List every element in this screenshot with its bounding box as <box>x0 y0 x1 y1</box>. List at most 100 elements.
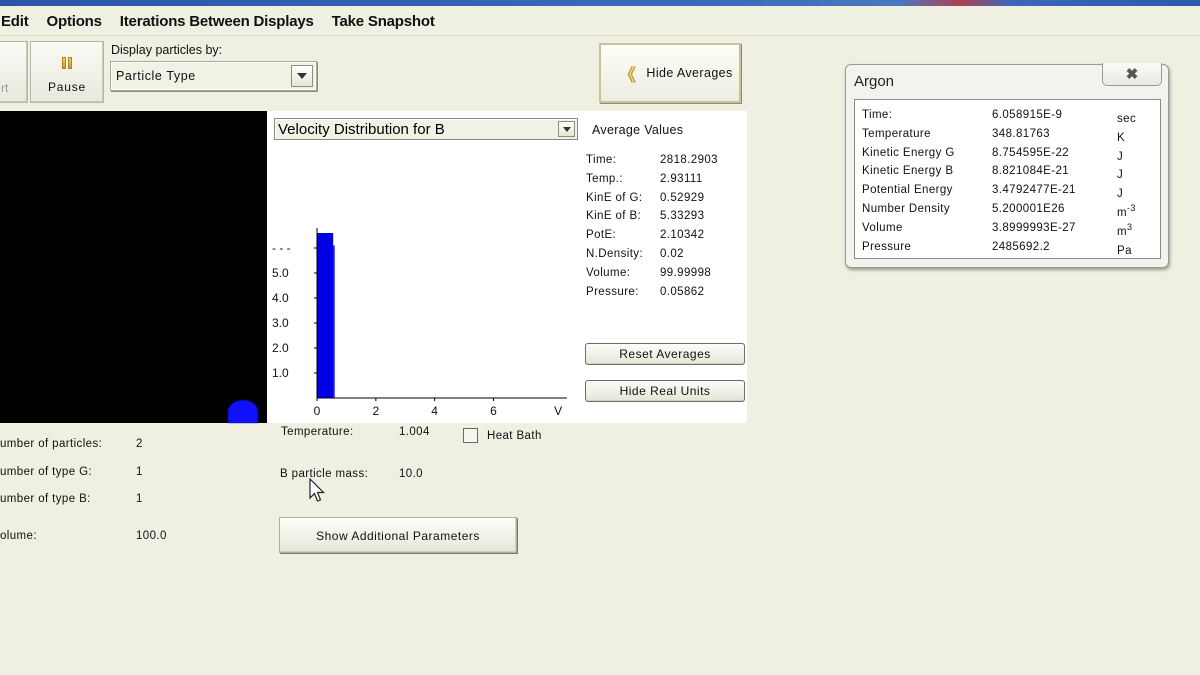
y-tick-label: 1.0 <box>272 366 289 380</box>
dialog-row: Number Density 5.200001E26 m-3 <box>862 203 1136 219</box>
histogram-bar <box>317 233 334 398</box>
y-tick-label: 4.0 <box>272 291 289 305</box>
y-tick-label: 3.0 <box>272 316 289 330</box>
num-particles-value: 2 <box>136 438 143 450</box>
b-mass-value[interactable]: 10.0 <box>399 468 423 480</box>
pause-button[interactable]: Pause <box>30 41 104 103</box>
dialog-unit: m3 <box>1117 221 1133 238</box>
dialog-row: Kinetic Energy B 8.821084E-21 J <box>862 165 1123 181</box>
average-row: KinE of B: 5.33293 <box>586 210 718 229</box>
x-tick-label: V <box>554 404 562 418</box>
window-title-bar <box>0 0 1200 6</box>
dialog-unit: J <box>1117 188 1124 201</box>
hide-averages-label: Hide Averages <box>646 66 733 80</box>
average-row: KinE of G: 0.52929 <box>586 192 718 211</box>
average-key: Volume: <box>586 266 631 279</box>
dialog-key: Volume <box>862 221 903 234</box>
dialog-value: 8.754595E-22 <box>992 146 1070 159</box>
dialog-row: Potential Energy 3.4792477E-21 J <box>862 184 1123 200</box>
reset-averages-button[interactable]: Reset Averages <box>585 343 745 365</box>
heat-bath-label[interactable]: Heat Bath <box>487 430 542 442</box>
dialog-value: 6.058915E-9 <box>992 109 1063 121</box>
menu-take-snapshot[interactable]: Take Snapshot <box>332 13 435 30</box>
start-label: rt <box>1 81 9 95</box>
y-tick-label: 2.0 <box>272 341 289 355</box>
average-key: Time: <box>586 154 617 166</box>
histogram-bar <box>333 245 335 398</box>
temperature-value[interactable]: 1.004 <box>399 426 430 438</box>
num-type-b-value: 1 <box>136 493 143 505</box>
average-key: KinE of G: <box>586 191 643 204</box>
dialog-title: Argon <box>854 73 895 90</box>
show-additional-parameters-button[interactable]: Show Additional Parameters <box>279 517 517 553</box>
close-icon[interactable]: ✖ <box>1102 63 1162 86</box>
average-value: 2.10342 <box>660 229 705 242</box>
hide-real-units-button[interactable]: Hide Real Units <box>585 380 745 402</box>
average-key: KinE of B: <box>586 210 642 223</box>
menu-edit[interactable]: Edit <box>1 13 29 30</box>
double-chevron-left-icon: 《 <box>619 65 637 85</box>
dialog-key: Kinetic Energy B <box>862 165 954 178</box>
average-key: Pressure: <box>586 285 639 298</box>
chevron-down-icon[interactable] <box>558 121 575 137</box>
volume-value[interactable]: 100.0 <box>136 530 167 542</box>
averages-title: Average Values <box>592 123 684 137</box>
dialog-value: 2485692.2 <box>992 240 1050 253</box>
pause-icon <box>62 57 73 69</box>
dialog-row: Time: 6.058915E-9 sec <box>862 109 1136 125</box>
dialog-value: 5.200001E26 <box>992 203 1065 215</box>
average-row: Time: 2818.2903 <box>586 154 718 173</box>
dialog-key: Potential Energy <box>862 184 953 197</box>
chart-type-value: Velocity Distribution for B <box>278 120 445 138</box>
average-value: 5.33293 <box>660 210 705 223</box>
y-tick-label: - - - <box>272 241 291 255</box>
dialog-key: Pressure <box>862 240 912 253</box>
display-by-select[interactable]: Particle Type <box>110 61 317 91</box>
menu-bar: Edit Options Iterations Between Displays… <box>0 8 1200 36</box>
num-type-b-label: umber of type B: <box>0 493 91 505</box>
average-row: Temp.: 2.93111 <box>586 173 718 192</box>
menu-options[interactable]: Options <box>47 13 102 30</box>
average-row: Volume: 99.99998 <box>586 267 718 286</box>
dialog-value: 8.821084E-21 <box>992 165 1070 178</box>
average-value: 2818.2903 <box>660 154 718 166</box>
num-type-g-label: umber of type G: <box>0 466 93 478</box>
dialog-unit: J <box>1117 169 1124 182</box>
dialog-value: 348.81763 <box>992 127 1050 140</box>
dialog-key: Number Density <box>862 203 951 215</box>
dialog-unit: sec <box>1117 113 1137 125</box>
x-tick-label: 4 <box>431 404 438 418</box>
average-value: 99.99998 <box>660 266 712 279</box>
dialog-key: Time: <box>862 109 893 121</box>
chevron-down-icon[interactable] <box>291 65 313 87</box>
velocity-histogram: 0 2 4 6 V 1.0 2.0 3.0 4.0 5.0 - - - <box>272 228 567 418</box>
display-by-label: Display particles by: <box>111 43 223 57</box>
average-key: Temp.: <box>586 172 623 185</box>
start-button[interactable]: rt <box>0 41 28 103</box>
average-value: 0.02 <box>660 247 684 260</box>
dialog-unit: K <box>1117 131 1126 144</box>
average-value: 0.52929 <box>660 191 705 204</box>
particle-b <box>228 400 258 423</box>
x-tick-label: 6 <box>490 404 497 418</box>
average-key: PotE: <box>586 229 617 242</box>
dialog-value: 3.4792477E-21 <box>992 184 1076 197</box>
simulation-view[interactable] <box>0 111 267 423</box>
average-value: 2.93111 <box>660 172 703 185</box>
chart-type-select[interactable]: Velocity Distribution for B <box>274 118 578 140</box>
heat-bath-checkbox[interactable] <box>463 428 478 443</box>
menu-iterations[interactable]: Iterations Between Displays <box>120 13 314 30</box>
mouse-cursor-icon <box>309 478 325 502</box>
dialog-body: Time: 6.058915E-9 sec Temperature 348.81763 K… <box>854 99 1161 259</box>
display-by-value: Particle Type <box>116 69 196 83</box>
hide-averages-button[interactable]: 《 Hide Averages <box>599 43 741 103</box>
average-row: Pressure: 0.05862 <box>586 286 718 305</box>
x-tick-label: 2 <box>372 404 379 418</box>
average-row: PotE: 2.10342 <box>586 229 718 248</box>
dialog-value: 3.8999993E-27 <box>992 221 1076 234</box>
average-key: N.Density: <box>586 247 644 260</box>
temperature-label: Temperature: <box>281 426 354 438</box>
dialog-unit: J <box>1117 150 1124 163</box>
dialog-row: Kinetic Energy G 8.754595E-22 J <box>862 147 1123 163</box>
dialog-key: Kinetic Energy G <box>862 146 955 159</box>
